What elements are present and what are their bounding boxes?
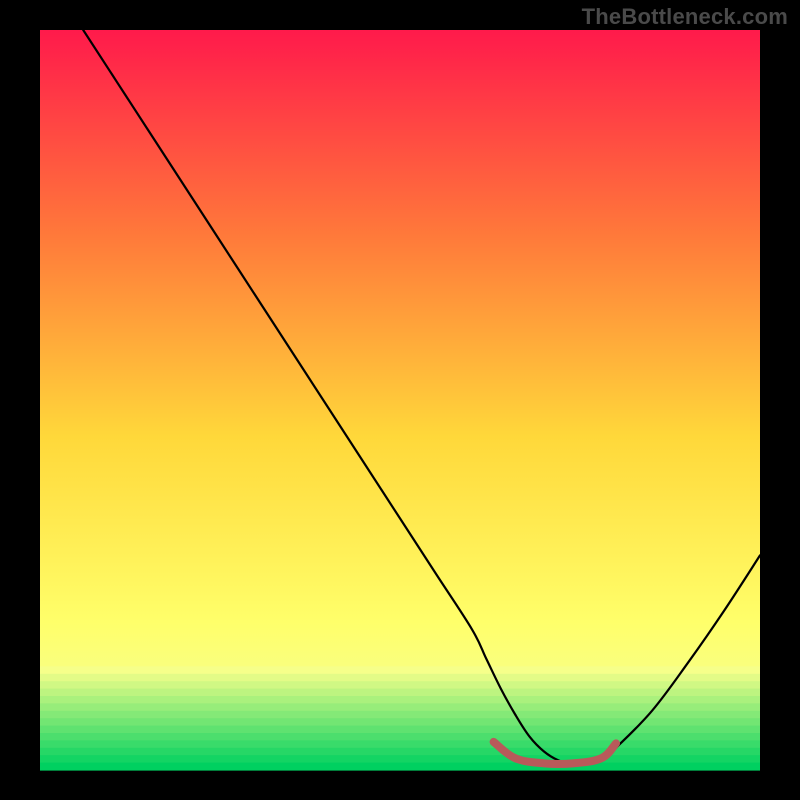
watermark-text: TheBottleneck.com [582,4,788,30]
bottom-color-bands [40,666,760,770]
plot-background [40,30,760,770]
bottleneck-chart [0,0,800,800]
